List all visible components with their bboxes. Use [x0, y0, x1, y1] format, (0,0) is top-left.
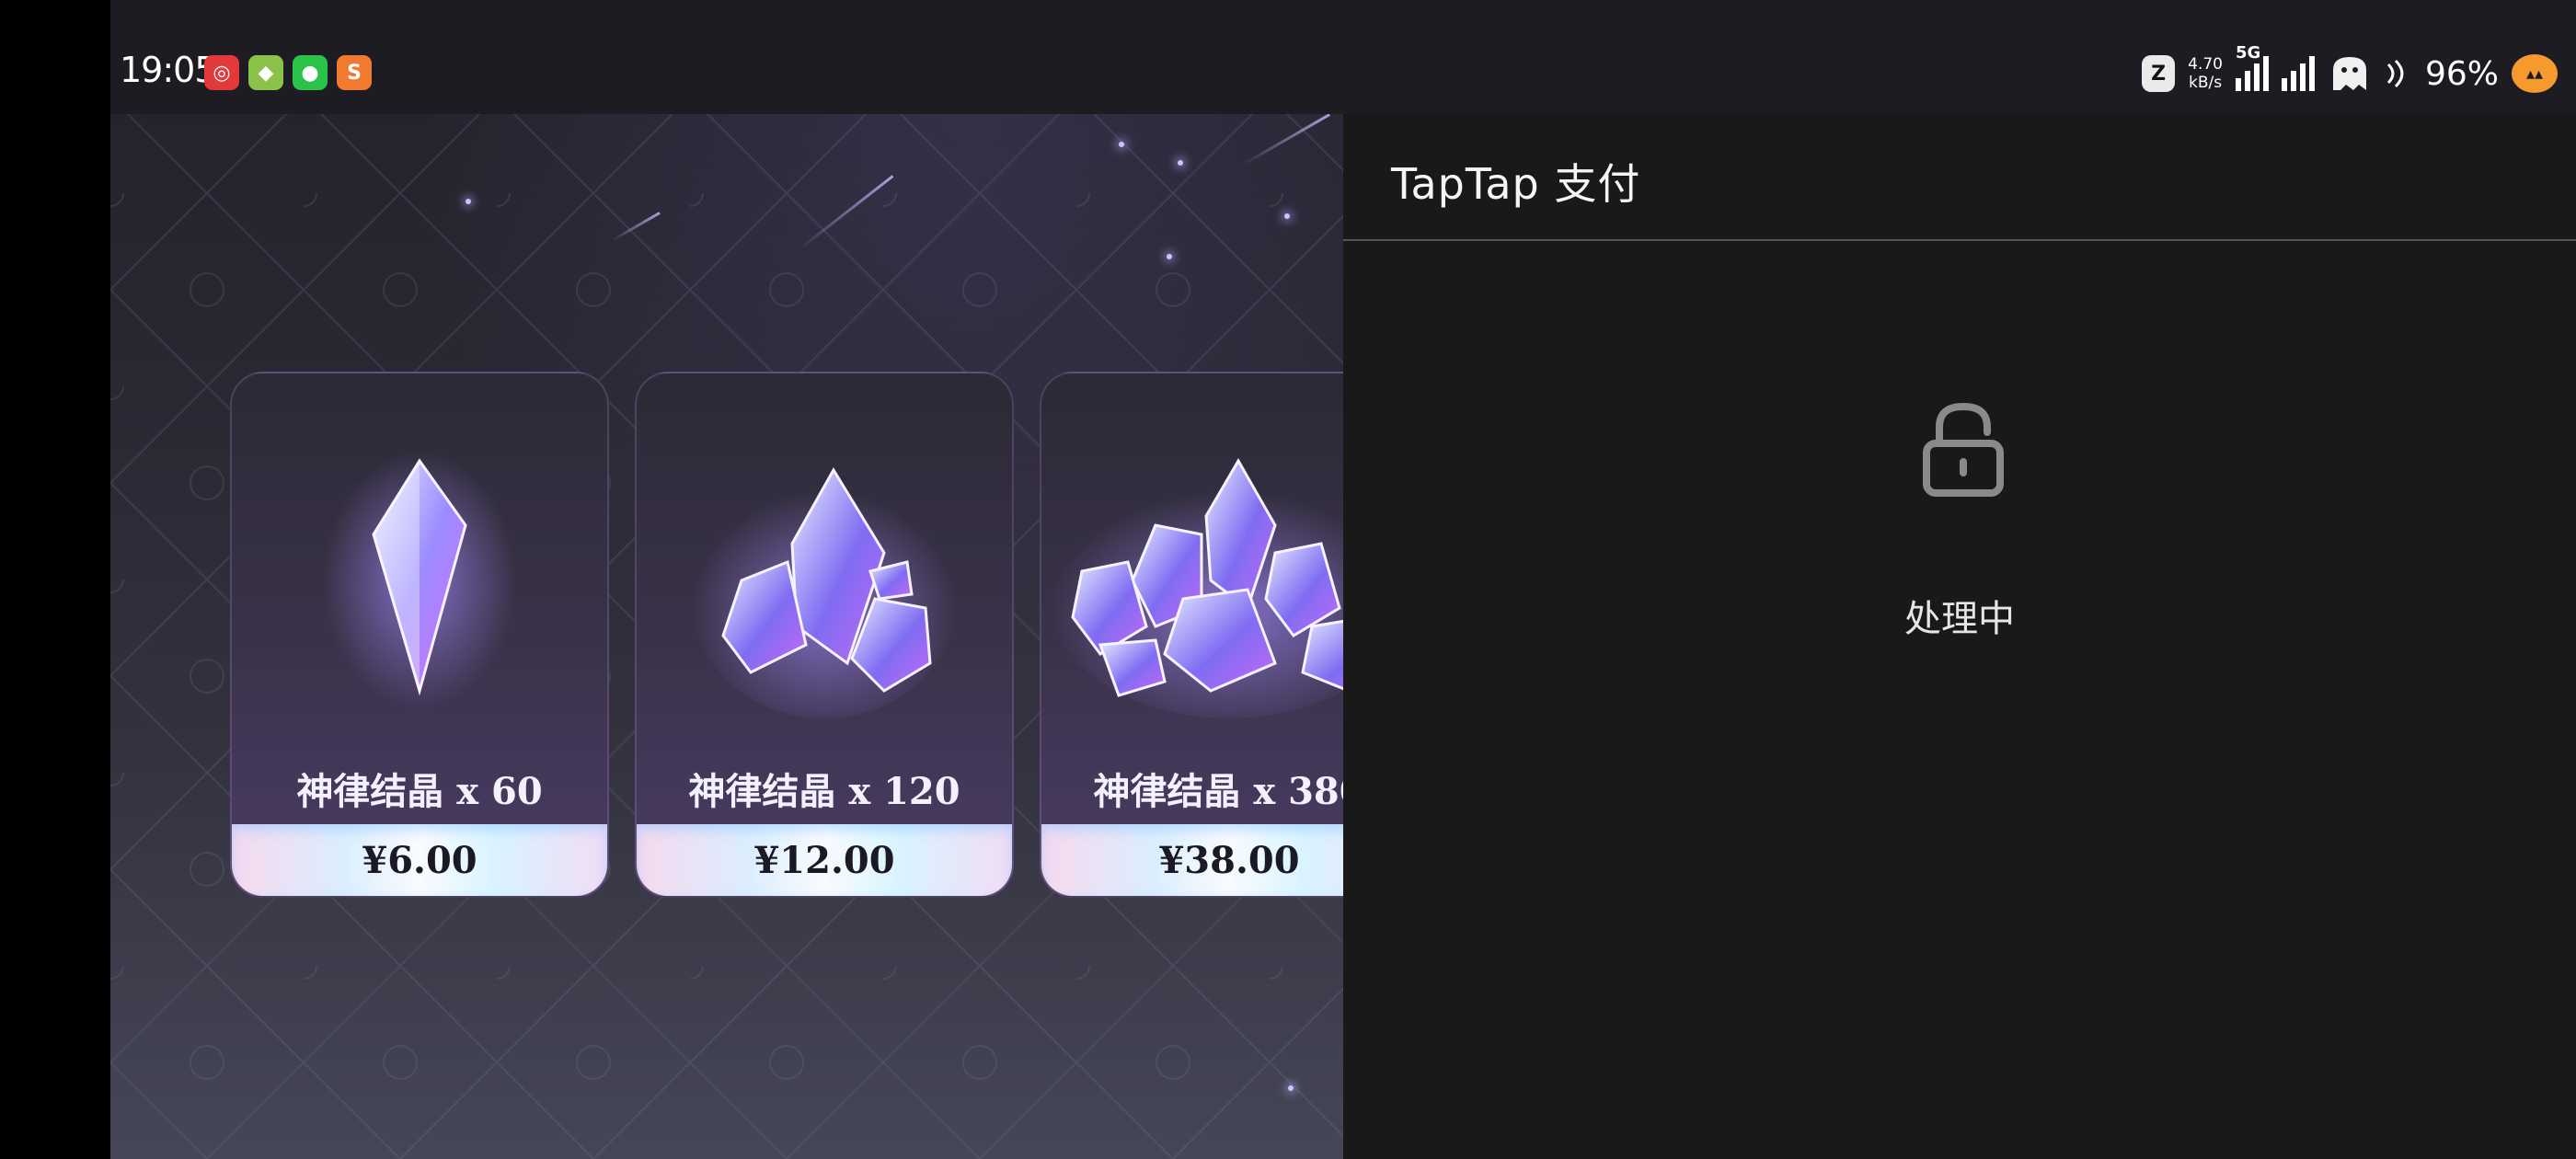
star [1288, 1085, 1294, 1091]
signal-icon-2 [2281, 56, 2315, 91]
wechat-icon: ● [293, 55, 328, 90]
star [1119, 142, 1124, 147]
payment-panel: TapTap 支付 处理中 [1343, 114, 2576, 1159]
network-type: 5G [2235, 43, 2261, 63]
signal-icon: 5G [2235, 43, 2269, 91]
product-card-380[interactable]: 神律结晶 x 380 ¥38.00 [1040, 372, 1343, 898]
payment-title: TapTap 支付 [1391, 159, 1641, 209]
price-button[interactable]: ¥38.00 [1041, 824, 1343, 896]
product-card-120[interactable]: 神律结晶 x 120 ¥12.00 [635, 372, 1014, 898]
star [1178, 160, 1183, 166]
battery-icon: ▴▴ [2512, 54, 2558, 93]
notification-icon: Z [2142, 55, 2176, 92]
price-button[interactable]: ¥6.00 [232, 824, 607, 896]
crystal-pile-icon [1041, 429, 1343, 732]
ghost-icon [2332, 57, 2366, 90]
divider [1343, 239, 2576, 241]
star [1284, 213, 1290, 219]
crystal-cluster-icon [637, 429, 1012, 732]
crystal-icon [232, 429, 607, 732]
product-name: 神律结晶 x 120 [688, 770, 960, 813]
s-app-icon: S [337, 55, 372, 90]
clock: 19:05 [120, 50, 217, 90]
processing-status: 处理中 [1904, 598, 2015, 640]
net-speed-value: 4.70 [2188, 55, 2223, 74]
net-speed-unit: kB/s [2189, 74, 2223, 92]
game-shop-area: 神律结晶 x 60 ¥6.00 神律结晶 x 120 ¥12.00 神律结晶 x… [110, 0, 1343, 1159]
netease-music-icon: ◎ [204, 55, 239, 90]
product-card-60[interactable]: 神律结晶 x 60 ¥6.00 [230, 372, 609, 898]
battery-percent: 96% [2424, 54, 2499, 93]
price-button[interactable]: ¥12.00 [637, 824, 1012, 896]
product-name: 神律结晶 x 380 [1093, 770, 1343, 813]
game-helper-icon: ◆ [248, 55, 283, 90]
status-bar: 19:05 ◎ ◆ ● S Z 4.70 kB/s 5G 96% ▴▴ [110, 0, 2576, 114]
status-bar-right: Z 4.70 kB/s 5G 96% ▴▴ [2142, 43, 2558, 101]
net-speed: 4.70 kB/s [2188, 55, 2223, 92]
wifi-icon [2386, 59, 2404, 88]
screen-edge [0, 0, 110, 1159]
lock-icon [1919, 401, 2007, 497]
star [1167, 254, 1172, 259]
product-name: 神律结晶 x 60 [296, 770, 543, 813]
star [466, 199, 471, 204]
